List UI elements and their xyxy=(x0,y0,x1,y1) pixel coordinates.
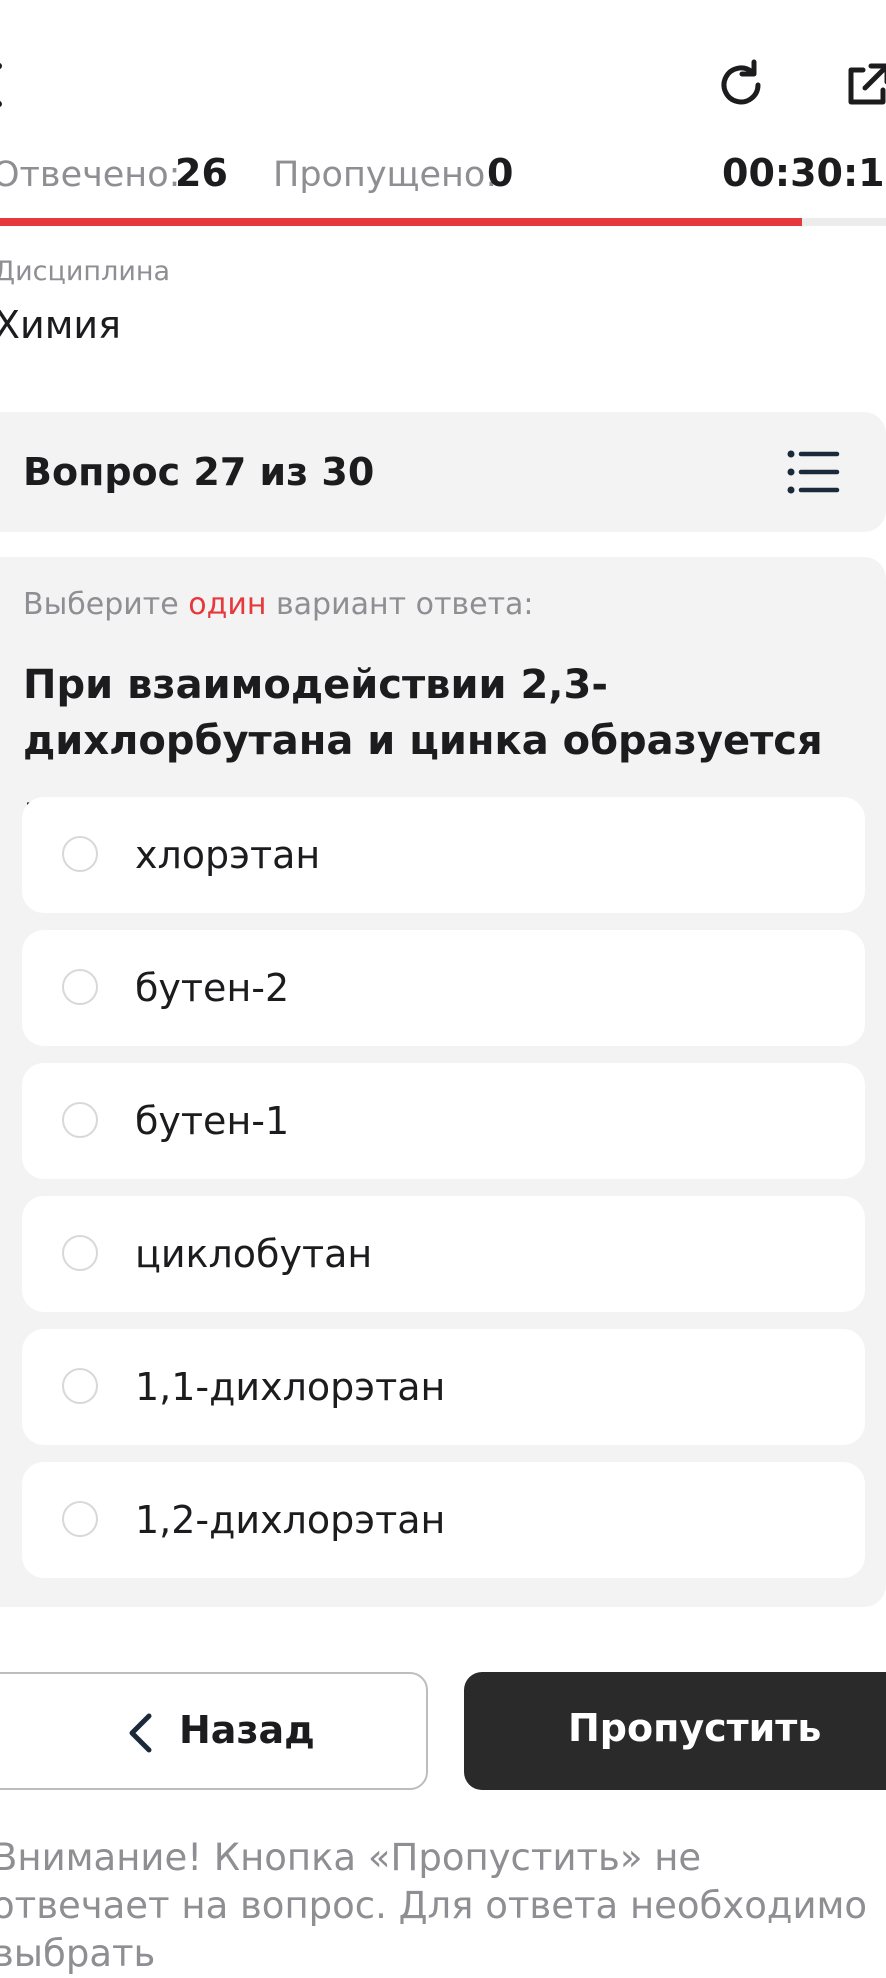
question-card: Выберите один вариант ответа: При взаимо… xyxy=(0,557,886,1607)
option-label: 1,1-дихлорэтан xyxy=(135,1365,446,1409)
reload-icon xyxy=(721,59,761,105)
timer: 00:30:14 xyxy=(722,151,886,195)
reload-button[interactable] xyxy=(711,55,771,115)
hint-suffix: вариант ответа: xyxy=(266,587,534,622)
question-header: Вопрос 27 из 30 xyxy=(0,412,886,532)
hint-accent: один xyxy=(188,587,267,622)
skipped-label: Пропущено: xyxy=(273,155,498,195)
answered-label: Отвечено: xyxy=(0,155,181,195)
answer-option[interactable]: 1,2-дихлорэтан xyxy=(22,1462,865,1578)
back-button[interactable]: Назад xyxy=(0,1672,428,1790)
question-counter: Вопрос 27 из 30 xyxy=(23,450,375,494)
radio-button[interactable] xyxy=(62,969,98,1005)
back-nav-button[interactable] xyxy=(0,55,20,115)
skip-button-label: Пропустить xyxy=(568,1706,822,1750)
chevron-left-icon xyxy=(129,1713,152,1753)
chevron-left-icon xyxy=(0,63,2,107)
back-button-label: Назад xyxy=(179,1708,315,1752)
radio-button[interactable] xyxy=(62,1102,98,1138)
hint-prefix: Выберите xyxy=(23,587,189,622)
option-label: хлорэтан xyxy=(135,833,321,877)
discipline-label: Дисциплина xyxy=(0,256,171,287)
skip-button[interactable]: Пропустить xyxy=(464,1672,886,1790)
answer-option[interactable]: бутен-2 xyxy=(22,930,865,1046)
answer-option[interactable]: 1,1-дихлорэтан xyxy=(22,1329,865,1445)
radio-button[interactable] xyxy=(62,1501,98,1537)
progress-fill xyxy=(0,218,802,226)
option-label: 1,2-дихлорэтан xyxy=(135,1498,446,1542)
skip-notice: Внимание! Кнопка «Пропустить» не отвечае… xyxy=(0,1836,868,1975)
external-link-icon xyxy=(848,63,886,105)
stats-row: Отвечено: 26 Пропущено: 0 00:30:14 xyxy=(0,151,886,205)
answer-option[interactable]: циклобутан xyxy=(22,1196,865,1312)
answer-hint: Выберите один вариант ответа: xyxy=(23,587,534,622)
radio-button[interactable] xyxy=(62,1235,98,1271)
answered-count: 26 xyxy=(175,151,228,195)
discipline-value: Химия xyxy=(0,303,121,347)
open-external-button[interactable] xyxy=(838,55,886,115)
skipped-count: 0 xyxy=(487,151,514,195)
radio-button[interactable] xyxy=(62,1368,98,1404)
answer-option[interactable]: хлорэтан xyxy=(22,797,865,913)
option-label: бутен-2 xyxy=(135,966,290,1010)
option-label: циклобутан xyxy=(135,1232,373,1276)
radio-button[interactable] xyxy=(62,836,98,872)
answer-option[interactable]: бутен-1 xyxy=(22,1063,865,1179)
option-label: бутен-1 xyxy=(135,1099,290,1143)
progress-bar xyxy=(0,218,886,226)
list-icon[interactable] xyxy=(785,444,841,500)
